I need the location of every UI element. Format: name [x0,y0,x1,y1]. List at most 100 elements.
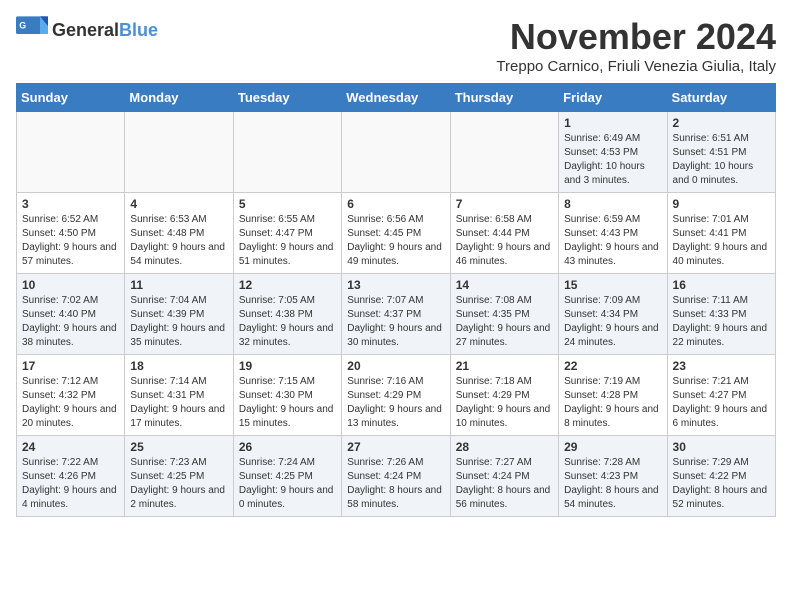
calendar-header-row: SundayMondayTuesdayWednesdayThursdayFrid… [17,84,776,112]
header-friday: Friday [559,84,667,112]
calendar-cell: 20Sunrise: 7:16 AM Sunset: 4:29 PM Dayli… [342,355,450,436]
day-number: 20 [347,359,444,373]
header: G GeneralBlue November 2024 Treppo Carni… [16,16,776,75]
day-info: Sunrise: 7:23 AM Sunset: 4:25 PM Dayligh… [130,456,227,512]
day-info: Sunrise: 7:19 AM Sunset: 4:28 PM Dayligh… [564,375,661,431]
day-number: 26 [239,440,336,454]
calendar-cell: 26 Sunrise: 7:24 AM Sunset: 4:25 PM Dayli… [233,436,341,517]
calendar-week-4: 24Sunrise: 7:22 AM Sunset: 4:26 PM Dayli… [17,436,776,517]
calendar-cell: 21Sunrise: 7:18 AM Sunset: 4:29 PM Dayli… [450,355,558,436]
day-info: Sunrise: 6:59 AM Sunset: 4:43 PM Dayligh… [564,213,661,269]
calendar-cell: 6 Sunrise: 6:56 AM Sunset: 4:45 PM Daylig… [342,193,450,274]
calendar-cell: 14Sunrise: 7:08 AM Sunset: 4:35 PM Dayli… [450,274,558,355]
header-thursday: Thursday [450,84,558,112]
day-info: Sunrise: 6:51 AM Sunset: 4:51 PM Dayligh… [673,132,770,188]
day-info: Sunrise: 7:01 AM Sunset: 4:41 PM Dayligh… [673,213,770,269]
calendar-cell [342,112,450,193]
day-number: 3 [22,197,119,211]
day-info: Sunrise: 6:49 AM Sunset: 4:53 PM Dayligh… [564,132,661,188]
calendar-cell: 19 Sunrise: 7:15 AM Sunset: 4:30 PM Dayli… [233,355,341,436]
day-number: 6 [347,197,444,211]
calendar-week-0: 1Sunrise: 6:49 AM Sunset: 4:53 PM Daylig… [17,112,776,193]
calendar-week-2: 10Sunrise: 7:02 AM Sunset: 4:40 PM Dayli… [17,274,776,355]
day-info: Sunrise: 7:12 AM Sunset: 4:32 PM Dayligh… [22,375,119,431]
calendar-cell [233,112,341,193]
day-number: 24 [22,440,119,454]
logo-icon: G [16,16,48,44]
calendar-cell: 28 Sunrise: 7:27 AM Sunset: 4:24 PM Dayli… [450,436,558,517]
day-info: Sunrise: 7:02 AM Sunset: 4:40 PM Dayligh… [22,294,119,350]
day-info: Sunrise: 7:24 AM Sunset: 4:25 PM Dayligh… [239,456,336,512]
day-number: 30 [673,440,770,454]
day-number: 22 [564,359,661,373]
day-number: 27 [347,440,444,454]
day-info: Sunrise: 7:26 AM Sunset: 4:24 PM Dayligh… [347,456,444,512]
calendar-cell [450,112,558,193]
header-saturday: Saturday [667,84,775,112]
header-wednesday: Wednesday [342,84,450,112]
calendar-cell: 29Sunrise: 7:28 AM Sunset: 4:23 PM Dayli… [559,436,667,517]
day-number: 16 [673,278,770,292]
calendar-cell: 22 Sunrise: 7:19 AM Sunset: 4:28 PM Dayli… [559,355,667,436]
calendar-cell [17,112,125,193]
calendar-cell: 1Sunrise: 6:49 AM Sunset: 4:53 PM Daylig… [559,112,667,193]
calendar-cell: 2 Sunrise: 6:51 AM Sunset: 4:51 PM Daylig… [667,112,775,193]
calendar-cell: 30 Sunrise: 7:29 AM Sunset: 4:22 PM Dayli… [667,436,775,517]
day-number: 2 [673,116,770,130]
calendar-cell: 11 Sunrise: 7:04 AM Sunset: 4:39 PM Dayli… [125,274,233,355]
title-area: November 2024 Treppo Carnico, Friuli Ven… [496,16,776,75]
day-info: Sunrise: 6:53 AM Sunset: 4:48 PM Dayligh… [130,213,227,269]
day-info: Sunrise: 7:15 AM Sunset: 4:30 PM Dayligh… [239,375,336,431]
calendar-cell: 17 Sunrise: 7:12 AM Sunset: 4:32 PM Dayli… [17,355,125,436]
day-number: 28 [456,440,553,454]
day-number: 25 [130,440,227,454]
calendar-week-3: 17 Sunrise: 7:12 AM Sunset: 4:32 PM Dayli… [17,355,776,436]
day-info: Sunrise: 6:56 AM Sunset: 4:45 PM Dayligh… [347,213,444,269]
calendar-cell: 10Sunrise: 7:02 AM Sunset: 4:40 PM Dayli… [17,274,125,355]
day-number: 15 [564,278,661,292]
month-title: November 2024 [496,16,776,58]
day-info: Sunrise: 7:29 AM Sunset: 4:22 PM Dayligh… [673,456,770,512]
day-info: Sunrise: 7:14 AM Sunset: 4:31 PM Dayligh… [130,375,227,431]
logo-blue: Blue [119,20,158,40]
svg-text:G: G [19,20,26,30]
day-info: Sunrise: 7:09 AM Sunset: 4:34 PM Dayligh… [564,294,661,350]
day-info: Sunrise: 7:18 AM Sunset: 4:29 PM Dayligh… [456,375,553,431]
day-info: Sunrise: 7:27 AM Sunset: 4:24 PM Dayligh… [456,456,553,512]
day-number: 11 [130,278,227,292]
day-info: Sunrise: 7:05 AM Sunset: 4:38 PM Dayligh… [239,294,336,350]
calendar-cell: 16 Sunrise: 7:11 AM Sunset: 4:33 PM Dayli… [667,274,775,355]
calendar-cell: 5 Sunrise: 6:55 AM Sunset: 4:47 PM Daylig… [233,193,341,274]
day-info: Sunrise: 7:08 AM Sunset: 4:35 PM Dayligh… [456,294,553,350]
day-number: 23 [673,359,770,373]
day-number: 5 [239,197,336,211]
calendar-cell: 27 Sunrise: 7:26 AM Sunset: 4:24 PM Dayli… [342,436,450,517]
logo: G GeneralBlue [16,16,158,44]
day-info: Sunrise: 7:11 AM Sunset: 4:33 PM Dayligh… [673,294,770,350]
calendar-cell: 12 Sunrise: 7:05 AM Sunset: 4:38 PM Dayli… [233,274,341,355]
day-info: Sunrise: 7:21 AM Sunset: 4:27 PM Dayligh… [673,375,770,431]
day-number: 12 [239,278,336,292]
day-number: 17 [22,359,119,373]
calendar-cell: 15 Sunrise: 7:09 AM Sunset: 4:34 PM Dayli… [559,274,667,355]
calendar-week-1: 3Sunrise: 6:52 AM Sunset: 4:50 PM Daylig… [17,193,776,274]
calendar-table: SundayMondayTuesdayWednesdayThursdayFrid… [16,83,776,517]
day-info: Sunrise: 7:28 AM Sunset: 4:23 PM Dayligh… [564,456,661,512]
calendar-cell: 7Sunrise: 6:58 AM Sunset: 4:44 PM Daylig… [450,193,558,274]
day-number: 18 [130,359,227,373]
logo-general: General [52,20,119,40]
header-sunday: Sunday [17,84,125,112]
calendar-cell: 4Sunrise: 6:53 AM Sunset: 4:48 PM Daylig… [125,193,233,274]
day-number: 8 [564,197,661,211]
day-info: Sunrise: 6:58 AM Sunset: 4:44 PM Dayligh… [456,213,553,269]
calendar-cell: 18 Sunrise: 7:14 AM Sunset: 4:31 PM Dayli… [125,355,233,436]
calendar-cell [125,112,233,193]
day-info: Sunrise: 6:55 AM Sunset: 4:47 PM Dayligh… [239,213,336,269]
day-info: Sunrise: 7:07 AM Sunset: 4:37 PM Dayligh… [347,294,444,350]
calendar-cell: 24Sunrise: 7:22 AM Sunset: 4:26 PM Dayli… [17,436,125,517]
day-info: Sunrise: 7:04 AM Sunset: 4:39 PM Dayligh… [130,294,227,350]
calendar-cell: 23 Sunrise: 7:21 AM Sunset: 4:27 PM Dayli… [667,355,775,436]
day-number: 19 [239,359,336,373]
day-number: 9 [673,197,770,211]
calendar-cell: 25 Sunrise: 7:23 AM Sunset: 4:25 PM Dayli… [125,436,233,517]
